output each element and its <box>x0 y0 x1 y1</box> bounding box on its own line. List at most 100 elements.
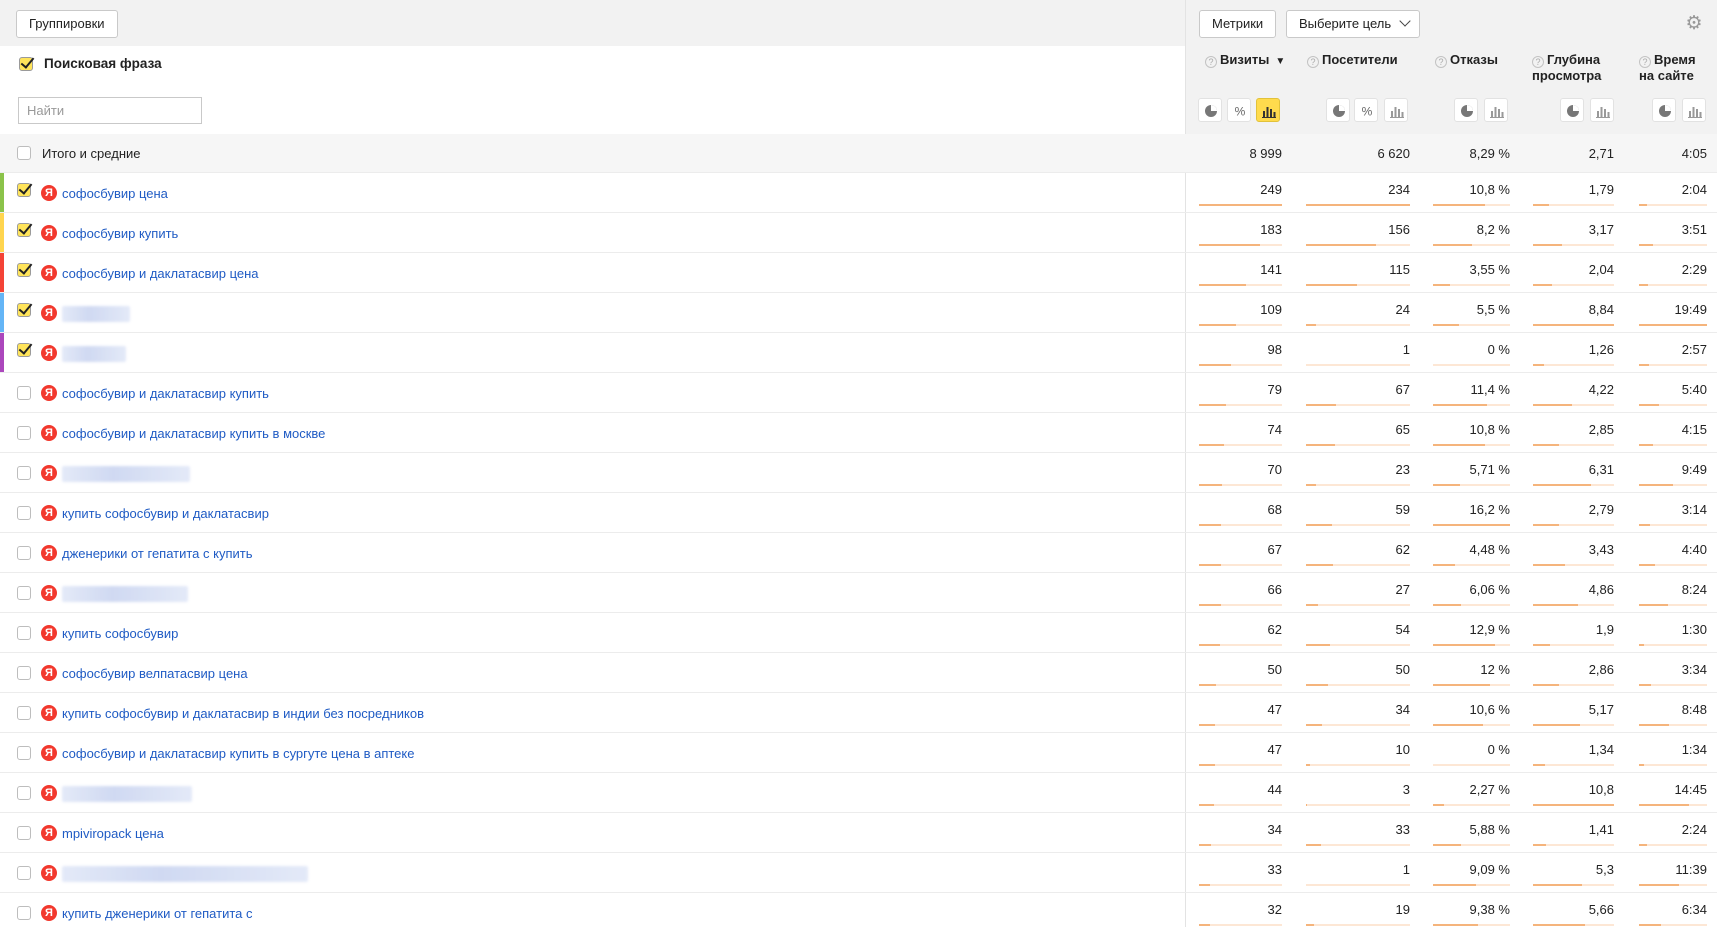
row-checkbox[interactable] <box>17 786 31 800</box>
row-checkbox[interactable] <box>17 706 31 720</box>
bar-fill-time <box>1639 404 1659 406</box>
row-checkbox[interactable] <box>17 223 31 237</box>
pie-chart-icon[interactable] <box>1652 98 1676 122</box>
table-row[interactable]: Я 66 27 6,06 % 4,86 8:24 <box>0 573 1717 613</box>
column-header-bounce[interactable]: ? Отказы <box>1435 52 1498 68</box>
table-row[interactable]: Я 70 23 5,71 % 6,31 9:49 <box>0 453 1717 493</box>
yandex-icon: Я <box>41 505 57 521</box>
row-checkbox[interactable] <box>17 506 31 520</box>
bar-chart-icon[interactable] <box>1590 98 1614 122</box>
pie-chart-icon[interactable] <box>1454 98 1478 122</box>
bar-chart-icon[interactable] <box>1682 98 1706 122</box>
help-icon[interactable]: ? <box>1532 56 1544 68</box>
table-row[interactable]: Якупить софосбувир и даклатасвир в индии… <box>0 693 1717 733</box>
cell-visitors: 3 <box>1402 782 1410 797</box>
row-checkbox[interactable] <box>17 826 31 840</box>
bar-fill-bounce <box>1433 804 1444 806</box>
row-checkbox[interactable] <box>17 546 31 560</box>
table-row[interactable]: Ясофосбувир и даклатасвир купить в сургу… <box>0 733 1717 773</box>
column-header-visitors[interactable]: ? Посетители <box>1307 52 1398 68</box>
gear-icon[interactable]: ⚙ <box>1684 14 1704 34</box>
table-row[interactable]: Якупить софосбувир и даклатасвир 68 59 16,2… <box>0 493 1717 533</box>
row-checkbox[interactable] <box>17 906 31 920</box>
table-row[interactable]: Я 33 1 9,09 % 5,3 11:39 <box>0 853 1717 893</box>
groupings-button[interactable]: Группировки <box>16 10 118 38</box>
bar-track-visitors <box>1306 884 1410 886</box>
row-checkbox[interactable] <box>17 426 31 440</box>
percent-icon[interactable]: % <box>1227 98 1251 122</box>
bar-fill-time <box>1639 884 1679 886</box>
bar-chart-icon[interactable] <box>1484 98 1508 122</box>
table-row[interactable]: Ясофосбувир велпатасвир цена 50 50 12 % 2,86… <box>0 653 1717 693</box>
row-checkbox[interactable] <box>17 466 31 480</box>
sort-desc-icon[interactable]: ▼ <box>1275 56 1285 67</box>
table-row[interactable]: Якупить софосбувир 62 54 12,9 % 1,9 1:30 <box>0 613 1717 653</box>
search-phrase-link[interactable]: софосбувир и даклатасвир купить в москве <box>62 426 325 441</box>
cell-bounce: 9,38 % <box>1469 902 1510 917</box>
search-input[interactable] <box>18 97 202 124</box>
help-icon[interactable]: ? <box>1639 56 1651 68</box>
bar-chart-icon[interactable] <box>1256 98 1280 122</box>
row-checkbox[interactable] <box>17 666 31 680</box>
table-row[interactable]: Ядженерики от гепатита с купить 67 62 4,48 … <box>0 533 1717 573</box>
search-phrase-link[interactable]: софосбувир купить <box>62 226 178 241</box>
search-phrase-link[interactable]: купить софосбувир и даклатасвир <box>62 506 269 521</box>
select-all-checkbox[interactable] <box>19 57 33 71</box>
row-checkbox[interactable] <box>17 303 31 317</box>
cell-depth: 10,8 <box>1588 782 1614 797</box>
search-phrase-link[interactable]: купить дженерики от гепатита с <box>62 906 253 921</box>
cell-visits: 70 <box>1267 462 1282 477</box>
table-row[interactable]: Ясофосбувир цена 249 234 10,8 % 1,79 2:04 <box>0 173 1717 213</box>
percent-icon[interactable]: % <box>1354 98 1378 122</box>
search-phrase-link[interactable]: дженерики от гепатита с купить <box>62 546 253 561</box>
table-row[interactable]: Я 44 3 2,27 % 10,8 14:45 <box>0 773 1717 813</box>
table-row[interactable]: Ясофосбувир купить 183 156 8,2 % 3,17 3:51 <box>0 213 1717 253</box>
search-phrase-link[interactable]: купить софосбувир <box>62 626 178 641</box>
row-checkbox[interactable] <box>17 746 31 760</box>
bar-fill-visits <box>1199 204 1282 206</box>
pie-chart-icon[interactable] <box>1326 98 1350 122</box>
search-phrase-link[interactable]: софосбувир цена <box>62 186 168 201</box>
metrics-button[interactable]: Метрики <box>1199 10 1277 38</box>
row-checkbox[interactable] <box>17 386 31 400</box>
row-checkbox[interactable] <box>17 626 31 640</box>
table-row[interactable]: Ясофосбувир и даклатасвир цена 141 115 3,55… <box>0 253 1717 293</box>
row-checkbox[interactable] <box>17 586 31 600</box>
help-icon[interactable]: ? <box>1205 56 1217 68</box>
search-phrase-link[interactable]: mpiviropack цена <box>62 826 164 841</box>
bar-fill-time <box>1639 364 1649 366</box>
table-row[interactable]: Я 109 24 5,5 % 8,84 19:49 <box>0 293 1717 333</box>
search-phrase-link[interactable]: софосбувир и даклатасвир цена <box>62 266 259 281</box>
pie-chart-icon[interactable] <box>1560 98 1584 122</box>
search-phrase-link[interactable]: софосбувир и даклатасвир купить в сургут… <box>62 746 414 761</box>
search-phrase-link[interactable]: софосбувир велпатасвир цена <box>62 666 248 681</box>
row-checkbox[interactable] <box>17 263 31 277</box>
bar-track-bounce <box>1433 924 1510 926</box>
column-header-time[interactable]: ? Время на сайте <box>1639 52 1696 84</box>
goal-select[interactable]: Выберите цель <box>1286 10 1421 38</box>
pie-chart-icon[interactable] <box>1198 98 1222 122</box>
column-header-depth[interactable]: ? Глубина просмотра <box>1532 52 1601 84</box>
bar-fill-visitors <box>1306 684 1328 686</box>
cell-visits: 98 <box>1267 342 1282 357</box>
svg-text:%: % <box>1235 105 1246 119</box>
table-row[interactable]: Ясофосбувир и даклатасвир купить 79 67 11,4… <box>0 373 1717 413</box>
row-checkbox[interactable] <box>17 866 31 880</box>
help-icon[interactable]: ? <box>1435 56 1447 68</box>
row-checkbox[interactable] <box>17 343 31 357</box>
bar-chart-icon[interactable] <box>1384 98 1408 122</box>
bar-fill-bounce <box>1433 244 1472 246</box>
table-row[interactable]: Яmpiviropack цена 34 33 5,88 % 1,41 2:24 <box>0 813 1717 853</box>
table-row[interactable]: Якупить дженерики от гепатита с 32 19 9,38 … <box>0 893 1717 927</box>
search-phrase-link[interactable]: софосбувир и даклатасвир купить <box>62 386 269 401</box>
table-row[interactable]: Я 98 1 0 % 1,26 2:57 <box>0 333 1717 373</box>
row-checkbox[interactable] <box>17 183 31 197</box>
bar-track-visitors <box>1306 684 1410 686</box>
table-row[interactable]: Ясофосбувир и даклатасвир купить в москв… <box>0 413 1717 453</box>
search-phrase-link[interactable]: купить софосбувир и даклатасвир в индии … <box>62 706 424 721</box>
bar-fill-bounce <box>1433 524 1510 526</box>
column-header-visits[interactable]: ? Визиты ▼ <box>1205 52 1285 70</box>
help-icon[interactable]: ? <box>1307 56 1319 68</box>
totals-checkbox[interactable] <box>17 146 31 160</box>
bar-track-depth <box>1533 764 1614 766</box>
